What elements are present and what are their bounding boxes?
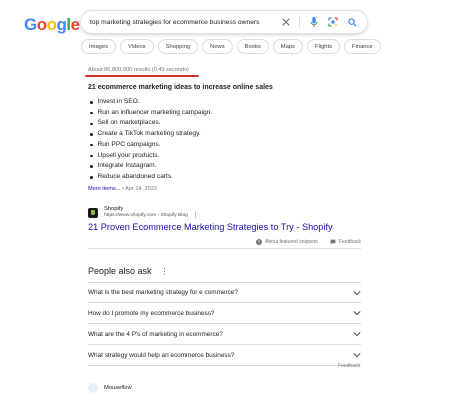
snippet-date: • Apr 14, 2022 (120, 186, 158, 192)
paa-title: People also ask (88, 266, 152, 276)
highlight-underline (85, 75, 199, 77)
list-item: Run an influencer marketing campaign. (88, 108, 212, 119)
list-item-text: Integrate Instagram. (97, 162, 157, 170)
paa-question[interactable]: What strategy would help an ecommerce bu… (88, 345, 361, 366)
chip-flights[interactable]: Flights (306, 39, 341, 54)
bullet (90, 101, 93, 104)
paa-question[interactable]: What is the best marketing strategy for … (88, 282, 361, 303)
next-site-name: Mouseflow (104, 385, 132, 391)
feedback-label: Feedback (339, 239, 361, 245)
list-item: Upsell your products. (88, 151, 212, 162)
about-snippets-label: About featured snippets (265, 239, 318, 245)
search-box[interactable]: top marketing strategies for ecommerce b… (80, 10, 368, 34)
paa-question-text: How do I promote my ecommerce business? (88, 309, 215, 317)
paa-question[interactable]: How do I promote my ecommerce business? (88, 303, 361, 324)
more-options-icon[interactable]: ⋮ (192, 211, 199, 219)
paa-options-icon[interactable]: ⋮ (161, 267, 169, 276)
list-item: Integrate Instagram. (88, 161, 212, 172)
bullet (90, 133, 93, 136)
logo-letter: g (56, 15, 67, 34)
chip-shopping[interactable]: Shopping (157, 39, 199, 54)
mouseflow-favicon-icon (88, 383, 98, 393)
result-source[interactable]: Shopify https://www.shopify.com › Shopif… (88, 206, 199, 219)
list-item: Create a TikTok marketing strategy. (88, 129, 212, 140)
chip-images[interactable]: Images (81, 39, 117, 54)
bullet (90, 143, 93, 147)
filter-chips: Images Videos Shopping News Books Maps F… (81, 39, 381, 54)
chip-books[interactable]: Books (236, 39, 269, 54)
logo-letter: o (46, 15, 57, 34)
google-logo[interactable]: Google (24, 15, 80, 35)
site-name: Shopify (104, 206, 124, 212)
shopify-favicon-icon (88, 207, 98, 218)
paa-question-text: What strategy would help an ecommerce bu… (88, 351, 235, 359)
bullet (90, 176, 93, 179)
chevron-down-icon (353, 353, 361, 358)
paa-question-text: What are the 4 P's of marketing in ecomm… (88, 330, 223, 338)
list-item: Sell on marketplaces. (88, 118, 212, 129)
next-result-source[interactable]: Mouseflow (88, 383, 132, 393)
paa-question-text: What is the best marketing strategy for … (88, 289, 238, 296)
bullet (90, 111, 93, 115)
feedback-icon (330, 239, 336, 245)
more-items-row: More items... • Apr 14, 2022 (88, 186, 157, 192)
help-icon: ? (256, 239, 262, 245)
list-item: Reduce abandoned carts. (88, 172, 212, 183)
chevron-down-icon (353, 290, 361, 295)
people-also-ask-heading: People also ask ⋮ (88, 266, 169, 276)
chevron-down-icon (353, 311, 361, 316)
logo-letter: o (36, 15, 47, 34)
logo-letter: G (24, 15, 37, 34)
snippet-list: Invest in SEO. Run an influencer marketi… (88, 97, 212, 183)
search-input[interactable]: top marketing strategies for ecommerce b… (90, 19, 274, 26)
list-item-text: Sell on marketplaces. (97, 119, 161, 127)
feedback-link[interactable]: Feedback (330, 239, 361, 245)
list-item-text: Run an influencer marketing campaign. (97, 108, 213, 116)
list-item-text: Run PPC campaigns. (97, 140, 161, 148)
list-item: Run PPC campaigns. (88, 140, 212, 151)
result-title-link[interactable]: 21 Proven Ecommerce Marketing Strategies… (88, 222, 333, 232)
chevron-down-icon (353, 332, 361, 337)
lens-icon[interactable] (326, 15, 340, 29)
list-item-text: Invest in SEO. (97, 98, 140, 105)
result-stats: About 86,800,000 results (0.49 seconds) (88, 67, 189, 73)
about-featured-snippets[interactable]: ? About featured snippets (256, 239, 318, 245)
microphone-icon[interactable] (307, 15, 321, 29)
logo-letter: e (70, 15, 80, 34)
chip-news[interactable]: News (202, 39, 233, 54)
more-items-link[interactable]: More items... (88, 186, 120, 192)
list-item-text: Upsell your products. (97, 151, 160, 159)
site-url: https://www.shopify.com › Shopify Blog (104, 213, 188, 218)
search-divider (299, 16, 300, 28)
paa-question[interactable]: What are the 4 P's of marketing in ecomm… (88, 324, 361, 345)
list-item-text: Create a TikTok marketing strategy. (97, 130, 201, 138)
clear-icon[interactable] (279, 15, 293, 29)
snippet-title: 21 ecommerce marketing ideas to increase… (88, 84, 273, 91)
paa-feedback-link[interactable]: Feedback (338, 363, 360, 369)
bullet (90, 122, 93, 125)
bullet (90, 154, 93, 158)
list-item-text: Reduce abandoned carts. (97, 172, 174, 180)
chip-videos[interactable]: Videos (120, 39, 154, 54)
bullet (90, 165, 93, 168)
section-divider (88, 248, 361, 249)
chip-maps[interactable]: Maps (272, 39, 303, 54)
search-icon[interactable] (345, 15, 359, 29)
list-item: Invest in SEO. (88, 97, 212, 108)
chip-finance[interactable]: Finance (344, 39, 381, 54)
